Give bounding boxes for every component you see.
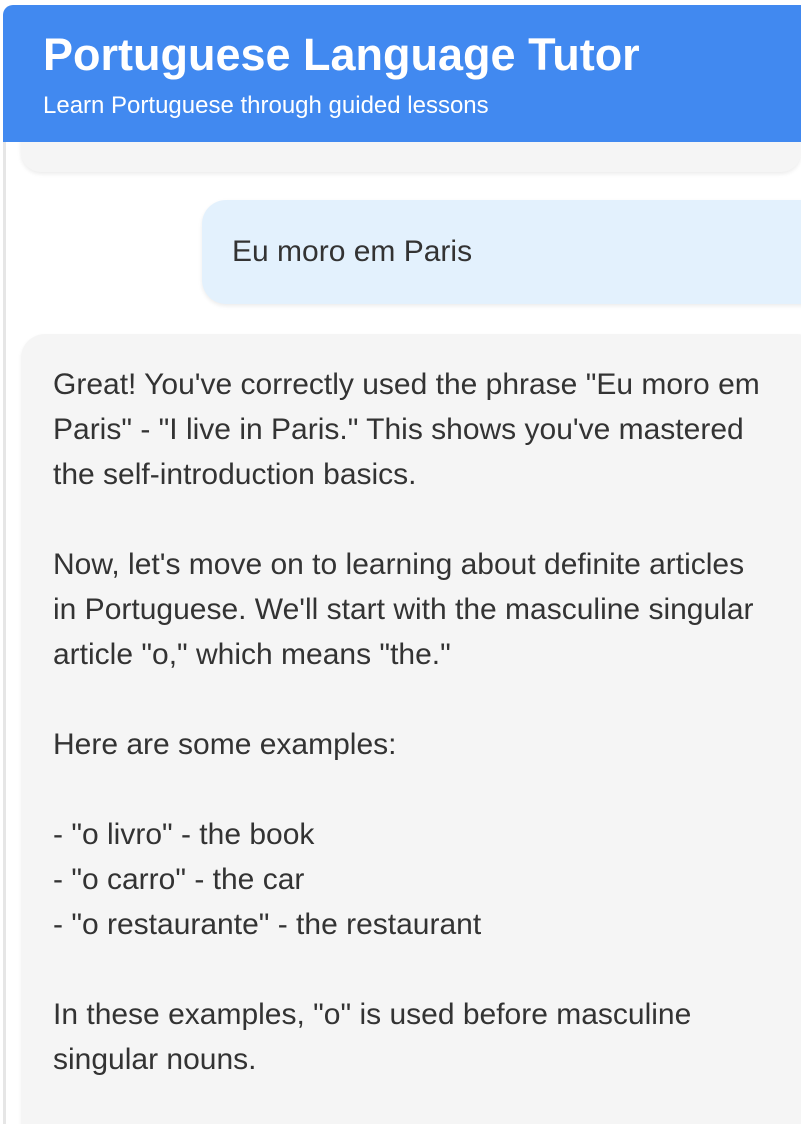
tutor-message-bubble: Great! You've correctly used the phrase … xyxy=(21,334,801,1124)
chat-left-border xyxy=(3,142,6,1124)
user-message-text: Eu moro em Paris xyxy=(232,235,473,268)
example-item-book: - "o livro" - the book xyxy=(53,818,315,851)
app-header: Portuguese Language Tutor Learn Portugue… xyxy=(3,5,801,142)
example-item-restaurant: - "o restaurante" - the restaurant xyxy=(53,908,482,941)
tutor-paragraph-lesson-intro: Now, let's move on to learning about def… xyxy=(53,548,754,671)
example-item-car: - "o carro" - the car xyxy=(53,863,305,896)
tutor-paragraph-explanation: In these examples, "o" is used before ma… xyxy=(53,998,692,1076)
example-list: - "o livro" - the book - "o carro" - the… xyxy=(53,812,791,947)
previous-message-bubble xyxy=(21,142,801,172)
user-message-bubble: Eu moro em Paris xyxy=(202,200,801,304)
app-subtitle: Learn Portuguese through guided lessons xyxy=(43,92,489,119)
tutor-paragraph-feedback: Great! You've correctly used the phrase … xyxy=(53,368,760,491)
app-title: Portuguese Language Tutor xyxy=(43,29,640,80)
tutor-app: Portuguese Language Tutor Learn Portugue… xyxy=(0,0,801,1124)
tutor-paragraph-examples-intro: Here are some examples: xyxy=(53,728,397,761)
chat-message-list[interactable]: Eu moro em Paris Great! You've correctly… xyxy=(3,142,801,1124)
